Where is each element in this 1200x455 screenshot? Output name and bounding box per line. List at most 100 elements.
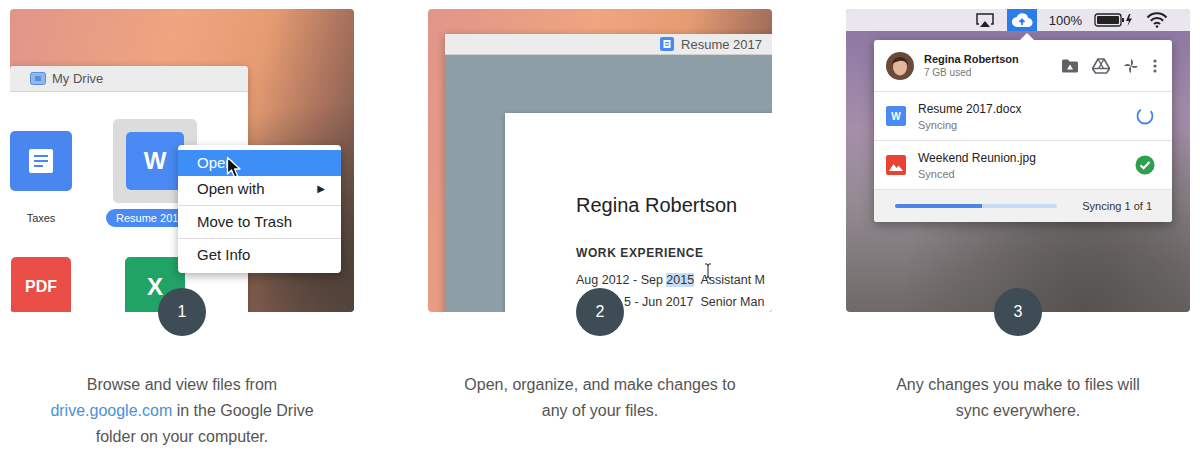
caption-text: Open, organize, and make changes to [464,376,735,393]
file-type-label: PDF [25,279,57,295]
wifi-icon[interactable] [1146,12,1168,28]
menu-item[interactable]: Open with ▶ [178,176,341,202]
caption-line: folder on your computer. [50,424,313,450]
step-card: Resume 2017 Regina Robertson WORK EXPERIEN… [428,9,772,455]
text-run[interactable]: 2015 [666,273,694,287]
section-heading[interactable]: WORK EXPERIENCE [576,246,772,260]
document-window: Resume 2017 Regina Robertson WORK EXPERIEN… [445,34,772,312]
file-type-label: X [147,275,163,299]
file-tile[interactable] [10,119,72,203]
title-bar: My Drive [10,66,248,92]
text-run[interactable]: Aug 2012 - Sep [576,273,666,287]
user-avatar-icon[interactable] [886,52,914,80]
caption-line: Open, organize, and make changes to [464,372,735,398]
caption-line: any of your files. [464,398,735,424]
caption-text: Any changes you make to files will [896,376,1140,393]
page: My DriveTaxesWResume 201PDFXOpenOpen wit… [0,0,1200,455]
file-type-icon: W [886,106,906,126]
sync-status: Synced [918,168,1123,180]
caption-text: Browse and view files from [87,376,277,393]
google-drive-icon[interactable] [1092,58,1110,74]
cloud-upload-icon [1011,12,1033,28]
sync-progress-label: Syncing 1 of 1 [1082,200,1152,212]
sync-status: Syncing [918,119,1123,131]
step-card: 100% Regina Robertson 7 GB used W Resume 201… [846,9,1190,455]
airplay-icon[interactable] [975,12,995,28]
file-item[interactable]: Taxes [10,119,72,227]
sync-file-name: Weekend Reunion.jpg [918,151,1123,165]
menu-item-label: Get Info [197,246,250,264]
document-heading[interactable]: Regina Robertson [576,193,772,217]
caption-text: in the Google Drive [172,402,313,419]
illustration-panel: 100% Regina Robertson 7 GB used W Resume 201… [846,9,1190,312]
document-lines-icon [28,148,54,174]
caption-text: any of your files. [542,402,659,419]
document-page[interactable]: Regina Robertson WORK EXPERIENCE Aug 2012 … [505,113,772,312]
storage-usage: 7 GB used [924,67,1051,78]
file-type-label: W [891,111,900,122]
sync-progress-bar [895,204,1057,208]
menu-item[interactable]: Move to Trash [178,209,341,235]
sync-file-row[interactable]: Weekend Reunion.jpg Synced [874,141,1172,190]
drive-sync-button[interactable] [1007,9,1037,31]
folder-icon [30,72,46,85]
step-number-badge: 1 [158,288,206,336]
file-name[interactable]: Taxes [27,209,56,227]
battery-charging-icon[interactable] [1094,12,1134,28]
system-menu-bar: 100% [846,9,1190,31]
mouse-pointer-icon [226,156,242,180]
file-type-icon: PDF [11,257,71,312]
caption-line: Browse and view files from [50,372,313,398]
submenu-arrow-icon: ▶ [317,180,325,198]
menu-separator [178,205,341,206]
step-card: My DriveTaxesWResume 201PDFXOpenOpen wit… [10,9,354,455]
more-options-icon[interactable] [1152,58,1158,74]
syncing-spinner-icon [1135,106,1155,126]
caption-text: sync everywhere. [956,402,1081,419]
step-caption: Open, organize, and make changes to any o… [464,372,735,424]
caption-line: sync everywhere. [896,398,1140,424]
step-caption: Any changes you make to files will sync e… [896,372,1140,424]
google-photos-icon[interactable] [1123,58,1139,74]
window-title: My Drive [52,71,103,86]
menu-item-label: Move to Trash [197,213,292,231]
image-file-icon [889,159,903,171]
drive-folder-icon[interactable] [1061,58,1079,74]
file-type-icon [10,131,72,191]
window-title: Resume 2017 [681,37,762,52]
illustration-panel: My DriveTaxesWResume 201PDFXOpenOpen wit… [10,9,354,312]
menu-item-label: Open with [197,180,265,198]
menu-separator [178,238,341,239]
menu-item[interactable]: Get Info [178,242,341,268]
text-run[interactable]: Assistant M [694,273,765,287]
sync-popup: Regina Robertson 7 GB used W Resume 2017.do… [874,40,1172,222]
caption-link[interactable]: drive.google.com [50,402,172,419]
word-document-icon [660,37,674,51]
text-cursor-icon [704,263,712,279]
account-info: Regina Robertson 7 GB used [924,53,1051,78]
file-type-icon [886,155,906,175]
account-name: Regina Robertson [924,53,1051,65]
header-actions [1061,58,1158,74]
caption-line: drive.google.com in the Google Drive [50,398,313,424]
editor-canvas: Regina Robertson WORK EXPERIENCE Aug 2012 … [445,55,772,312]
sync-file-row[interactable]: W Resume 2017.docxSyncing [874,92,1172,141]
text-run[interactable]: 5 - Jun 2017 Senior Man [624,295,764,309]
file-item[interactable]: PDF [10,245,72,312]
file-type-label: W [144,149,167,173]
battery-percentage: 100% [1049,13,1082,28]
sync-file-info: Resume 2017.docxSyncing [918,102,1123,131]
illustration-panel: Resume 2017 Regina Robertson WORK EXPERIEN… [428,9,772,312]
sync-progress-fill [895,204,982,208]
file-type-icon: W [126,132,184,190]
context-menu: Open Open with ▶ Move to Trash Get Info [178,145,341,273]
account-header: Regina Robertson 7 GB used [874,40,1172,92]
caption-line: Any changes you make to files will [896,372,1140,398]
file-tile[interactable]: PDF [10,245,72,312]
sync-file-info: Weekend Reunion.jpg Synced [918,151,1123,180]
title-bar: Resume 2017 [445,34,772,55]
synced-check-icon [1135,155,1155,175]
sync-footer: Syncing 1 of 1 [874,190,1172,222]
menu-item[interactable]: Open [178,150,341,176]
step-number-badge: 2 [576,288,624,336]
